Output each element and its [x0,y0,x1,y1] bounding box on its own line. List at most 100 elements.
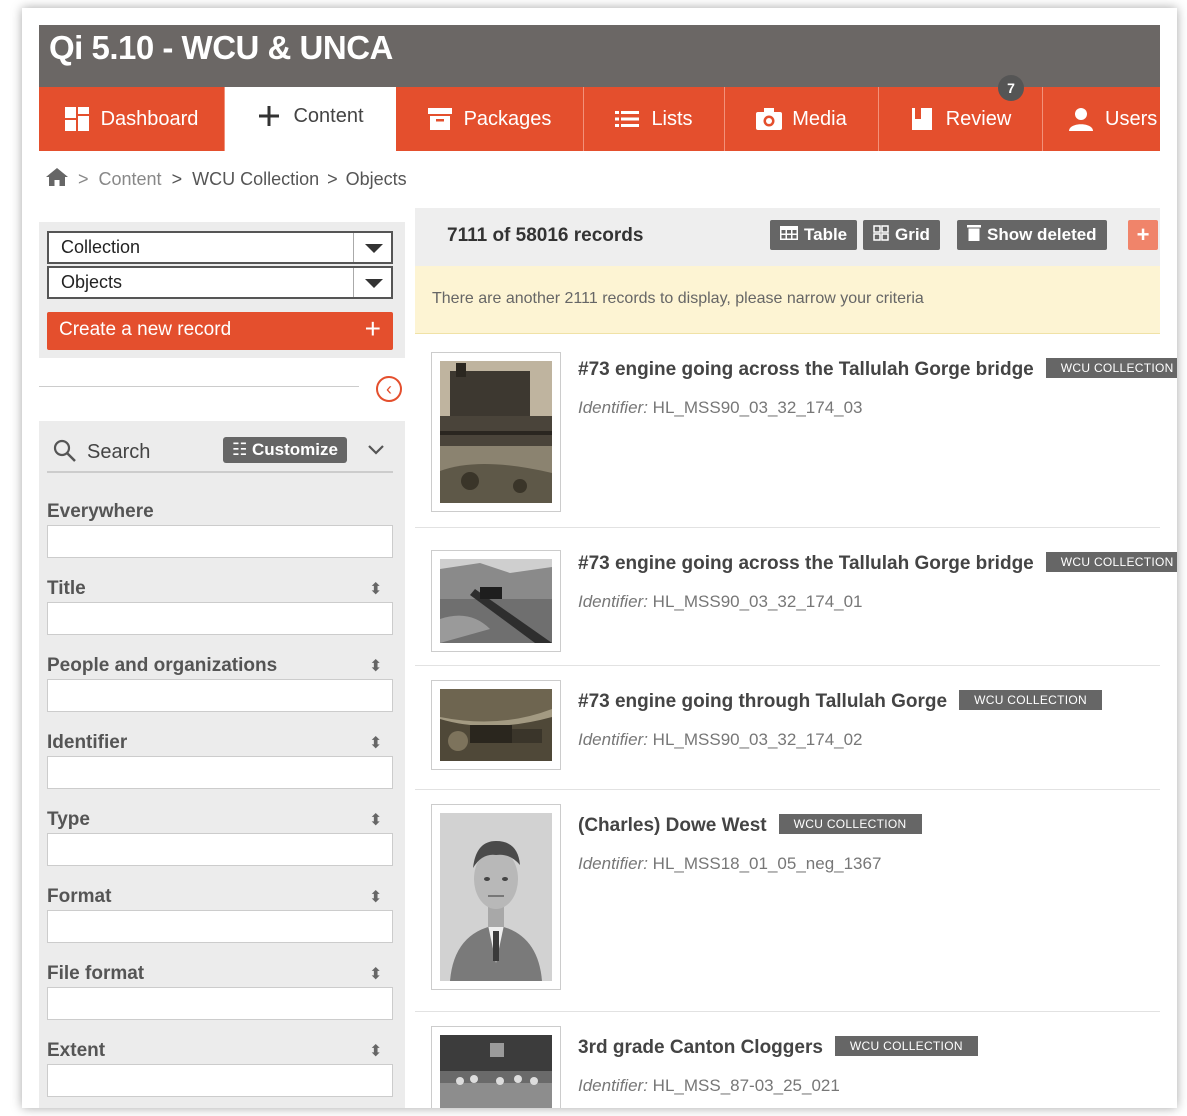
dashboard-icon [64,107,89,131]
nav-users[interactable]: Users [1043,87,1160,151]
user-icon [1069,107,1093,131]
record-thumbnail[interactable] [431,550,561,652]
record-title[interactable]: #73 engine going across the Tallulah Gor… [578,552,1177,575]
collection-tag: WCU COLLECTION [959,690,1102,710]
sort-icon[interactable]: ⬍ [369,964,382,984]
field-label-identifier: Identifier [47,732,128,753]
identifier-value: HL_MSS90_03_32_174_03 [652,398,863,417]
table-view-button[interactable]: Table [770,220,858,250]
search-icon [53,439,77,468]
record-thumbnail[interactable] [431,1026,561,1108]
sort-icon[interactable]: ⬍ [369,656,382,676]
bookmark-icon [910,107,934,131]
table-icon [780,225,798,245]
record-thumbnail[interactable] [431,804,561,990]
app-header: Qi 5.10 - WCU & UNCA [39,25,1160,87]
nav-packages[interactable]: Packages [396,87,584,151]
people-input[interactable] [47,679,393,712]
identifier-value: HL_MSS18_01_05_neg_1367 [652,854,882,873]
grid-view-button[interactable]: Grid [863,220,940,250]
record-identifier: Identifier: HL_MSS90_03_32_174_02 [578,730,863,750]
create-record-label: Create a new record [59,319,232,340]
sort-icon[interactable]: ⬍ [369,1041,382,1061]
list-item[interactable]: #73 engine going across the Tallulah Gor… [415,528,1177,666]
breadcrumb-separator: > [171,169,183,189]
record-count: 7111 of 58016 records [447,225,644,246]
nav-media-label: Media [792,107,847,130]
record-title[interactable]: (Charles) Dowe West WCU COLLECTION [578,814,922,837]
list-item[interactable]: #73 engine going across the Tallulah Gor… [415,334,1177,528]
chevron-down-icon [353,268,391,297]
plus-icon [257,104,281,128]
field-label-people: People and organizations [47,655,278,676]
record-thumbnail[interactable] [431,680,561,770]
review-count-badge: 7 [998,75,1024,101]
customize-button[interactable]: ☷ Customize [223,437,347,463]
field-label-extent: Extent [47,1040,106,1061]
plus-icon: + [364,313,381,344]
identifier-label: Identifier: [578,730,648,749]
collapse-panel-icon[interactable]: ‹ [376,376,402,402]
list-item[interactable]: (Charles) Dowe West WCU COLLECTION Identi… [415,790,1160,1012]
chevron-down-icon[interactable] [367,443,385,461]
field-label-type: Type [47,809,90,830]
format-input[interactable] [47,910,393,943]
show-deleted-button[interactable]: Show deleted [957,220,1107,250]
field-label-file-format: File format [47,963,145,984]
nav-dashboard[interactable]: Dashboard [39,87,225,151]
list-toolbar: 7111 of 58016 records Table Grid Show de… [415,208,1160,266]
add-record-button[interactable]: + [1128,220,1158,250]
sort-icon[interactable]: ⬍ [369,810,382,830]
file-format-input[interactable] [47,987,393,1020]
sort-icon[interactable]: ⬍ [369,579,382,599]
nav-users-label: Users [1105,107,1158,130]
breadcrumb-objects: Objects [345,169,407,189]
record-thumbnail[interactable] [431,352,561,512]
record-title[interactable]: #73 engine going across the Tallulah Gor… [578,358,1177,381]
collection-tag: WCU COLLECTION [1045,552,1177,572]
home-icon[interactable] [46,168,68,191]
show-deleted-label: Show deleted [987,225,1097,244]
trash-icon [967,224,981,246]
record-title-text: (Charles) Dowe West [578,815,767,836]
objects-select[interactable]: Objects [47,266,393,299]
nav-review-label: Review [945,107,1012,130]
identifier-label: Identifier: [578,592,648,611]
record-identifier: Identifier: HL_MSS_87-03_25_021 [578,1076,840,1096]
nav-content-label: Content [293,104,364,127]
identifier-label: Identifier: [578,854,648,873]
nav-review[interactable]: 7 Review [879,75,1043,151]
nav-content[interactable]: Content [225,87,396,151]
breadcrumb-separator: > [78,169,89,189]
record-identifier: Identifier: HL_MSS18_01_05_neg_1367 [578,854,881,874]
breadcrumb-content[interactable]: Content [99,169,162,190]
breadcrumb-separator: > [327,169,338,189]
breadcrumb: > Content > WCU Collection > Objects [46,168,407,191]
collection-panel: Collection Objects Create a new record + [39,222,405,358]
nav-media[interactable]: Media [725,87,879,151]
list-item[interactable]: 3rd grade Canton Cloggers WCU COLLECTION … [415,1012,1160,1108]
list-item[interactable]: #73 engine going through Tallulah Gorge W… [415,666,1160,790]
create-record-button[interactable]: Create a new record + [47,312,393,350]
sort-icon[interactable]: ⬍ [369,733,382,753]
record-title-text: #73 engine going across the Tallulah Gor… [578,359,1034,380]
everywhere-input[interactable] [47,525,393,558]
sort-icon[interactable]: ⬍ [369,887,382,907]
record-title-text: 3rd grade Canton Cloggers [578,1037,823,1058]
field-label-title: Title [47,578,86,599]
nav-lists[interactable]: Lists [584,87,725,151]
identifier-input[interactable] [47,756,393,789]
breadcrumb-collection[interactable]: WCU Collection [192,169,319,190]
title-input[interactable] [47,602,393,635]
collection-select[interactable]: Collection [47,231,393,264]
collection-tag: WCU COLLECTION [1045,358,1177,378]
record-title[interactable]: #73 engine going through Tallulah Gorge W… [578,690,1102,713]
table-view-label: Table [804,225,848,244]
record-title-text: #73 engine going across the Tallulah Gor… [578,553,1034,574]
extent-input[interactable] [47,1064,393,1097]
record-title[interactable]: 3rd grade Canton Cloggers WCU COLLECTION [578,1036,978,1059]
criteria-notice: There are another 2111 records to displa… [415,266,1160,334]
app-window: Qi 5.10 - WCU & UNCA Dashboard Content P… [22,8,1177,1108]
sliders-icon: ☷ [232,440,248,459]
type-input[interactable] [47,833,393,866]
